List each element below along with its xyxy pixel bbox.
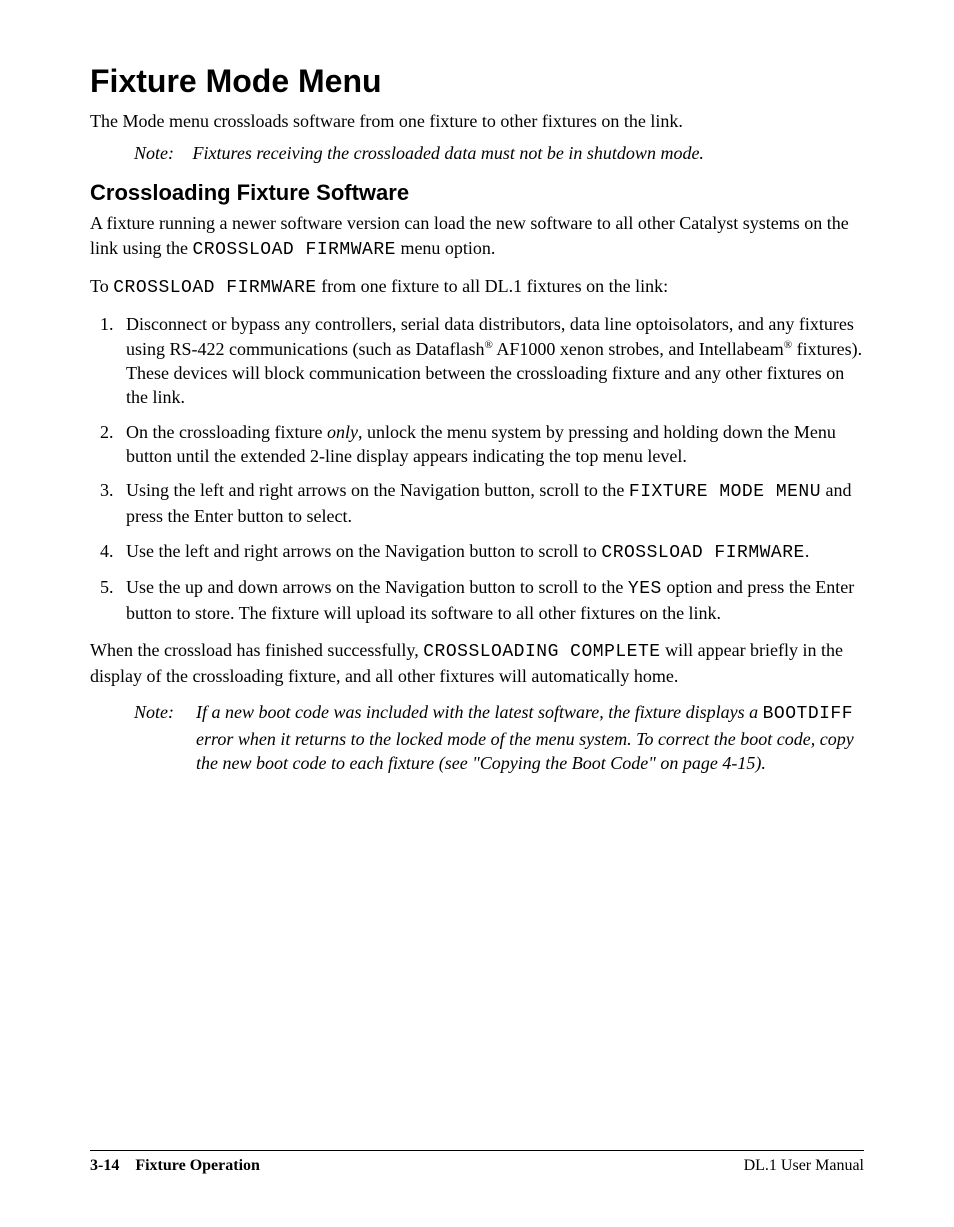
step-3: Using the left and right arrows on the N… bbox=[118, 478, 864, 529]
code-crossload-firmware: CROSSLOAD FIRMWARE bbox=[193, 240, 396, 260]
footer-left: 3-14 Fixture Operation bbox=[90, 1155, 260, 1177]
lead-paragraph: The Mode menu crossloads software from o… bbox=[90, 109, 864, 133]
text: Use the up and down arrows on the Naviga… bbox=[126, 577, 628, 597]
code-crossloading-complete: CROSSLOADING COMPLETE bbox=[423, 642, 660, 662]
step-4: Use the left and right arrows on the Nav… bbox=[118, 539, 864, 565]
emphasis-only: only bbox=[327, 422, 358, 442]
page-number: 3-14 bbox=[90, 1157, 119, 1174]
step-1: Disconnect or bypass any controllers, se… bbox=[118, 312, 864, 409]
note-label: Note: bbox=[134, 700, 188, 724]
page: Fixture Mode Menu The Mode menu crossloa… bbox=[0, 0, 954, 1227]
heading-crossloading: Crossloading Fixture Software bbox=[90, 178, 864, 208]
footer-section-title: Fixture Operation bbox=[135, 1157, 260, 1174]
page-footer: 3-14 Fixture Operation DL.1 User Manual bbox=[90, 1150, 864, 1177]
text: When the crossload has finished successf… bbox=[90, 640, 423, 660]
note-shutdown: Note: Fixtures receiving the crossloaded… bbox=[134, 141, 864, 165]
text: On the crossloading fixture bbox=[126, 422, 327, 442]
code-fixture-mode-menu: FIXTURE MODE MENU bbox=[629, 482, 821, 502]
registered-mark: ® bbox=[484, 339, 492, 351]
step-2: On the crossloading fixture only, unlock… bbox=[118, 420, 864, 469]
footer-right: DL.1 User Manual bbox=[744, 1155, 864, 1177]
text: menu option. bbox=[396, 238, 496, 258]
note-bootdiff: Note: If a new boot code was included wi… bbox=[134, 700, 864, 775]
code-crossload-firmware: CROSSLOAD FIRMWARE bbox=[113, 278, 316, 298]
paragraph-to-crossload: To CROSSLOAD FIRMWARE from one fixture t… bbox=[90, 274, 864, 300]
text: . bbox=[805, 541, 810, 561]
note-label: Note: bbox=[134, 141, 188, 165]
paragraph-complete: When the crossload has finished successf… bbox=[90, 638, 864, 689]
code-crossload-firmware: CROSSLOAD FIRMWARE bbox=[601, 543, 804, 563]
paragraph-intro: A fixture running a newer software versi… bbox=[90, 211, 864, 262]
steps-list: Disconnect or bypass any controllers, se… bbox=[90, 312, 864, 625]
text: error when it returns to the locked mode… bbox=[196, 729, 854, 773]
text: If a new boot code was included with the… bbox=[196, 702, 763, 722]
registered-mark: ® bbox=[784, 339, 792, 351]
text: from one fixture to all DL.1 fixtures on… bbox=[317, 276, 668, 296]
text: To bbox=[90, 276, 113, 296]
heading-fixture-mode-menu: Fixture Mode Menu bbox=[90, 60, 864, 103]
step-5: Use the up and down arrows on the Naviga… bbox=[118, 575, 864, 626]
code-yes: YES bbox=[628, 579, 662, 599]
text: Using the left and right arrows on the N… bbox=[126, 480, 629, 500]
code-bootdiff: BOOTDIFF bbox=[763, 704, 853, 724]
note-body: If a new boot code was included with the… bbox=[196, 700, 864, 775]
note-text: Fixtures receiving the crossloaded data … bbox=[193, 143, 704, 163]
text: AF1000 xenon strobes, and Intellabeam bbox=[493, 339, 784, 359]
text: Use the left and right arrows on the Nav… bbox=[126, 541, 601, 561]
